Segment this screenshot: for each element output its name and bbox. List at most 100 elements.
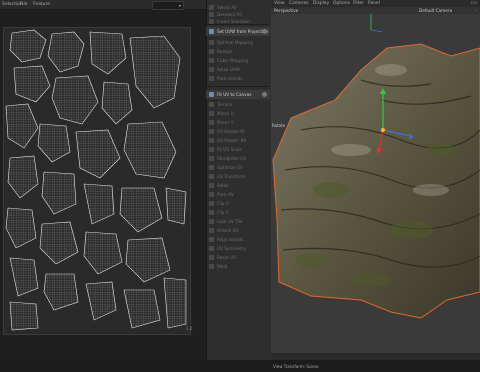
uv-toolbar-icons [185,1,205,15]
command-label: Lock UV Tile [217,219,243,224]
rock-model [272,14,480,319]
command-item[interactable]: Optimize UV [206,163,270,172]
command-label: UV Transform [217,174,246,179]
vp-menu-panel[interactable]: Panel [368,0,380,7]
command-label: Straighten UV [217,156,247,161]
command-label: Relax [217,183,229,188]
command-icon [209,210,214,215]
command-label: Mirror U [217,111,234,116]
command-item[interactable]: Cubic Mapping [206,56,270,65]
command-icon [209,49,214,54]
vp-menu-display[interactable]: Display [313,0,329,7]
command-icon [209,255,214,260]
command-item[interactable]: Relax [206,181,270,190]
viewport-camera-name[interactable]: Default Camera [419,7,452,14]
command-label: Weld [217,264,228,269]
command-icon [209,237,214,242]
command-item[interactable]: Fit UV to Canvas [206,90,270,99]
command-icon [209,120,214,125]
uv-menu-file[interactable]: File [20,0,28,9]
command-label: Pack UV [217,192,234,197]
uv-tile [3,27,191,335]
command-icon [209,192,214,197]
command-item[interactable]: Optimal Mapping [206,38,270,47]
uv-corner-label: 1.0 [186,326,193,331]
command-icon [209,174,214,179]
viewport-statusbar: View Transform: Scene [271,353,480,369]
command-label: Mirror V [217,120,234,125]
command-item[interactable]: Unlock UV [206,226,270,235]
command-list: Select All Deselect All Invert Selection Se… [206,0,270,360]
command-item[interactable]: Straighten UV [206,154,270,163]
command-item[interactable]: Relax UVW [206,65,270,74]
command-icon [209,76,214,81]
camera-settings-icon[interactable]: ◦ [475,7,477,14]
command-label: UV Rotate 90 [217,129,245,134]
gear-icon[interactable] [262,29,267,34]
command-item[interactable]: Weld [206,262,270,271]
command-item[interactable]: Flip U [206,199,270,208]
command-label: Cubic Mapping [217,58,249,63]
command-item[interactable]: Reset UV [206,253,270,262]
command-icon [209,102,214,107]
command-item[interactable]: Realign [206,47,270,56]
vp-menu-filter[interactable]: Filter [353,0,364,7]
command-icon [209,111,214,116]
command-item[interactable]: Pack Islands [206,74,270,83]
viewport-view-name[interactable]: Perspective [274,7,298,14]
command-item[interactable]: Lock UV Tile [206,217,270,226]
command-label: Realign [217,49,233,54]
command-label: Reset UV [217,255,236,260]
command-item[interactable]: Fit UV Scale [206,145,270,154]
command-item[interactable]: Align Islands [206,235,270,244]
chevron-down-icon: ▾ [178,3,181,8]
command-icon [209,219,214,224]
uv-islands[interactable] [4,28,190,334]
viewport-menubar: View Cameras Display Options Filter Pane… [271,0,480,7]
command-icon [209,165,214,170]
command-icon [209,183,214,188]
command-item[interactable]: UV Rotate 90 [206,127,270,136]
uv-menu-feature[interactable]: Feature [33,0,50,9]
command-label: Unlock UV [217,228,239,233]
command-icon [209,147,214,152]
command-icon [209,138,214,143]
command-icon [209,129,214,134]
command-item[interactable]: UV Rotate -90 [206,136,270,145]
command-label: Pack Islands [217,76,243,81]
command-separator [208,24,268,25]
command-icon [209,228,214,233]
command-label: UV Rotate -90 [217,138,247,143]
command-item[interactable]: UV Transform [206,172,270,181]
command-icon [209,201,214,206]
command-label: UV Symmetry [217,246,246,251]
viewport-side-label: Rotate [272,123,286,128]
gear-icon[interactable] [262,92,267,97]
viewport-3d[interactable] [271,0,480,360]
command-item[interactable]: Flip V [206,208,270,217]
command-icon [209,58,214,63]
command-item[interactable]: Mirror V [206,118,270,127]
command-item[interactable]: Mirror U [206,109,270,118]
command-label: Flip V [217,210,229,215]
command-label: Terrace [217,102,233,107]
command-icon [209,29,214,34]
command-item[interactable]: Pack UV [206,190,270,199]
vp-menu-options[interactable]: Options [333,0,350,7]
command-item[interactable]: Terrace [206,100,270,109]
vp-menu-cameras[interactable]: Cameras [289,0,309,7]
command-label: Fit UV Scale [217,147,242,152]
command-icon [209,40,214,45]
command-label: Fit UV to Canvas [217,92,252,97]
command-item[interactable]: Set UVW from Projection [206,27,270,36]
command-icon [209,264,214,269]
viewport-labelbar: Perspective Default Camera ◦ [271,7,480,14]
command-item[interactable]: UV Symmetry [206,244,270,253]
viewport-window-icons[interactable]: ▫▫ [471,0,477,7]
command-label: Flip U [217,201,229,206]
uv-projection-dropdown[interactable]: Project ▾ [152,1,184,19]
command-label: Optimal Mapping [217,40,253,45]
vp-menu-view[interactable]: View [274,0,284,7]
command-icon [209,92,214,97]
command-icon [209,246,214,251]
